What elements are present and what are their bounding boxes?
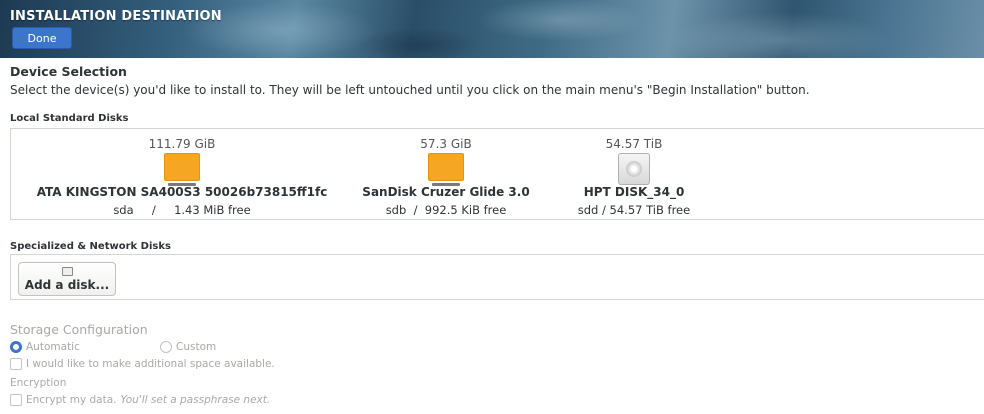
usb-drive-icon: [428, 153, 464, 187]
encrypt-hint: You'll set a passphrase next.: [120, 394, 271, 406]
disk-size: 54.57 TiB: [605, 137, 663, 151]
additional-space-label: I would like to make additional space av…: [26, 358, 275, 370]
radio-selected-icon: [10, 341, 22, 353]
disk-name: HPT DISK_34_0: [583, 185, 685, 199]
device-selection-instruction: Select the device(s) you'd like to insta…: [10, 83, 810, 97]
disk-size: 57.3 GiB: [420, 137, 472, 151]
disk-name: ATA KINGSTON SA400S3 50026b73815ff1fc: [36, 185, 328, 199]
encrypt-checkbox[interactable]: Encrypt my data. You'll set a passphrase…: [10, 393, 270, 407]
automatic-label: Automatic: [26, 341, 80, 353]
disk-item-sdd[interactable]: 54.57 TiB HPT DISK_34_0 sdd / 54.57 TiB …: [559, 129, 709, 221]
header-banner: INSTALLATION DESTINATION Done: [0, 0, 984, 58]
network-disks-panel: Add a disk...: [10, 254, 984, 300]
encryption-heading: Encryption: [10, 377, 67, 389]
disk-info: sda / 1.43 MiB free: [113, 203, 251, 217]
device-selection-title: Device Selection: [10, 64, 127, 79]
radio-unselected-icon: [160, 341, 172, 353]
disk-info: sdb / 992.5 KiB free: [385, 203, 507, 217]
page-title: INSTALLATION DESTINATION: [10, 9, 222, 24]
network-disks-heading: Specialized & Network Disks: [10, 241, 171, 252]
add-disk-button[interactable]: Add a disk...: [18, 262, 116, 296]
local-disks-heading: Local Standard Disks: [10, 113, 129, 124]
add-disk-label: Add a disk...: [24, 278, 110, 292]
local-disks-panel: 111.79 GiB ATA KINGSTON SA400S3 50026b73…: [10, 128, 984, 220]
checkbox-icon: [10, 358, 22, 370]
checkbox-icon: [10, 394, 22, 406]
custom-label: Custom: [176, 341, 217, 353]
storage-configuration-title: Storage Configuration: [10, 322, 148, 337]
disk-icon: [62, 267, 73, 276]
disk-info: sdd / 54.57 TiB free: [577, 203, 691, 217]
disk-item-sdb[interactable]: 57.3 GiB SanDisk Cruzer Glide 3.0 sdb / …: [357, 129, 535, 221]
disk-item-sda[interactable]: 111.79 GiB ATA KINGSTON SA400S3 50026b73…: [11, 129, 353, 221]
hard-disk-icon: [616, 153, 652, 187]
custom-radio[interactable]: Custom: [160, 340, 216, 354]
disk-size: 111.79 GiB: [148, 137, 216, 151]
done-button[interactable]: Done: [12, 27, 72, 49]
additional-space-checkbox[interactable]: I would like to make additional space av…: [10, 357, 275, 371]
encrypt-label: Encrypt my data.: [26, 394, 117, 406]
disk-name: SanDisk Cruzer Glide 3.0: [362, 185, 530, 199]
usb-drive-icon: [164, 153, 200, 187]
automatic-radio[interactable]: Automatic: [10, 340, 80, 354]
